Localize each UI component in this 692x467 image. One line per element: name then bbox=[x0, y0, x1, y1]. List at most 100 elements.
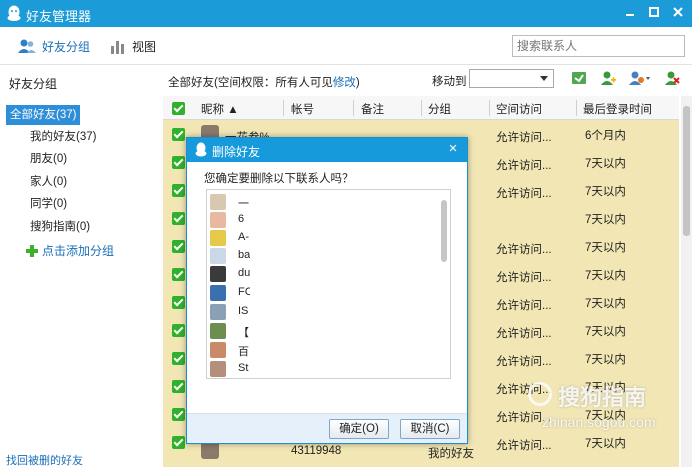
row-checkbox[interactable] bbox=[172, 408, 185, 421]
group-item-sogou-guide[interactable]: 搜狗指南(0) bbox=[30, 217, 90, 237]
close-icon bbox=[673, 7, 683, 17]
minimize-icon bbox=[626, 14, 634, 16]
table-header: 昵称 ▲ 帐号 备注 分组 空间访问 最后登录时间 bbox=[163, 96, 679, 120]
bar-chart-icon bbox=[111, 41, 124, 54]
column-divider bbox=[576, 100, 577, 116]
maximize-button[interactable] bbox=[644, 4, 664, 22]
permission-prefix: 全部好友(空间权限：所有人可见 bbox=[168, 77, 333, 89]
list-item: du bbox=[207, 264, 437, 284]
avatar bbox=[210, 230, 226, 246]
row-checkbox[interactable] bbox=[172, 128, 185, 141]
row-space-access: 允许访问... bbox=[496, 188, 552, 200]
group-item-all-friends[interactable]: 全部好友(37) bbox=[6, 105, 81, 125]
column-account[interactable]: 帐号 bbox=[291, 101, 314, 117]
column-group[interactable]: 分组 bbox=[428, 101, 451, 117]
row-checkbox[interactable] bbox=[172, 380, 185, 393]
search-input[interactable] bbox=[512, 35, 685, 57]
view-button[interactable]: 视图 bbox=[110, 37, 156, 55]
list-item: 【 bbox=[207, 321, 437, 341]
group-item-friends[interactable]: 朋友(0) bbox=[30, 149, 67, 169]
column-space-access[interactable]: 空间访问 bbox=[496, 101, 542, 117]
avatar bbox=[210, 212, 226, 228]
watermark-url: zhinan.sogou.com bbox=[542, 414, 656, 430]
close-button[interactable] bbox=[668, 4, 688, 22]
cancel-button[interactable]: 取消(C) bbox=[400, 419, 460, 439]
contacts-to-delete-list[interactable]: 一 6 A- ba du FC IS 【 bbox=[206, 189, 451, 379]
friend-settings-icon[interactable] bbox=[629, 70, 651, 86]
add-group-button[interactable]: 点击添加分组 bbox=[26, 242, 114, 260]
row-last-login: 7天以内 bbox=[585, 158, 626, 170]
contact-name: 一 bbox=[238, 198, 249, 210]
contact-name: 百 bbox=[238, 346, 249, 358]
maximize-icon bbox=[649, 7, 659, 17]
delete-friend-icon[interactable] bbox=[664, 70, 680, 86]
add-friend-icon[interactable] bbox=[600, 70, 616, 86]
row-checkbox[interactable] bbox=[172, 184, 185, 197]
contact-name: A- bbox=[238, 231, 249, 243]
avatar bbox=[210, 285, 226, 301]
space-permission-info: 全部好友(空间权限：所有人可见修改) bbox=[168, 74, 360, 90]
group-item-my-friends[interactable]: 我的好友(37) bbox=[30, 127, 96, 147]
dialog-title: 删除好友 bbox=[212, 145, 261, 159]
row-checkbox[interactable] bbox=[172, 324, 185, 337]
row-space-access: 允许访问... bbox=[496, 328, 552, 340]
row-space-access: 允许访问... bbox=[496, 272, 552, 284]
dialog-close-button[interactable]: × bbox=[445, 140, 461, 158]
column-divider bbox=[283, 100, 284, 116]
row-checkbox[interactable] bbox=[172, 268, 185, 281]
row-space-access: 允许访问... bbox=[496, 244, 552, 256]
row-checkbox[interactable] bbox=[172, 212, 185, 225]
row-last-login: 7天以内 bbox=[585, 214, 626, 226]
list-item: St bbox=[207, 359, 437, 378]
list-item: FC bbox=[207, 283, 437, 303]
scrollbar-thumb[interactable] bbox=[683, 106, 690, 236]
list-item: A- bbox=[207, 228, 437, 248]
list-item: 百 bbox=[207, 340, 437, 360]
row-last-login: 7天以内 bbox=[585, 242, 626, 254]
column-nickname[interactable]: 昵称 ▲ bbox=[201, 101, 239, 117]
column-note[interactable]: 备注 bbox=[361, 101, 384, 117]
row-checkbox[interactable] bbox=[172, 240, 185, 253]
table-scrollbar[interactable] bbox=[681, 96, 692, 467]
add-group-label: 点击添加分组 bbox=[42, 244, 115, 258]
list-item: ba bbox=[207, 246, 437, 266]
contact-name: 6 bbox=[238, 213, 245, 225]
move-to-select[interactable] bbox=[469, 69, 554, 88]
select-all-checkbox[interactable] bbox=[172, 102, 185, 115]
confirm-button[interactable]: 确定(O) bbox=[329, 419, 389, 439]
qq-penguin-icon bbox=[195, 142, 207, 157]
qq-penguin-icon bbox=[7, 5, 21, 21]
users-icon bbox=[18, 39, 36, 53]
row-checkbox[interactable] bbox=[172, 352, 185, 365]
list-scrollbar-thumb[interactable] bbox=[441, 200, 447, 262]
contact-name: 【 bbox=[238, 327, 249, 339]
group-item-family[interactable]: 家人(0) bbox=[30, 172, 67, 192]
dialog-question: 您确定要删除以下联系人吗？ bbox=[204, 173, 354, 185]
column-divider bbox=[421, 100, 422, 116]
column-divider bbox=[353, 100, 354, 116]
delete-friend-dialog: 删除好友 × 您确定要删除以下联系人吗？ 一 6 A- ba du FC bbox=[186, 137, 468, 444]
row-checkbox[interactable] bbox=[172, 156, 185, 169]
row-last-login: 7天以内 bbox=[585, 354, 626, 366]
column-last-login[interactable]: 最后登录时间 bbox=[583, 101, 652, 117]
export-icon[interactable] bbox=[571, 70, 587, 86]
row-last-login: 7天以内 bbox=[585, 298, 626, 310]
row-group: 我的好友 bbox=[428, 448, 474, 460]
avatar bbox=[210, 194, 226, 210]
minimize-button[interactable] bbox=[620, 4, 640, 22]
window-title: 好友管理器 bbox=[26, 9, 92, 24]
row-checkbox[interactable] bbox=[172, 296, 185, 309]
title-bar: 好友管理器 bbox=[0, 0, 692, 27]
recover-deleted-friends-link[interactable]: 找回被删的好友 bbox=[6, 452, 83, 467]
list-item: 一 bbox=[207, 192, 437, 212]
avatar bbox=[210, 248, 226, 264]
contact-name: St bbox=[238, 362, 249, 374]
row-last-login: 7天以内 bbox=[585, 326, 626, 338]
friend-groups-button[interactable]: 好友分组 bbox=[18, 37, 90, 55]
row-space-access: 允许访问... bbox=[496, 300, 552, 312]
avatar bbox=[210, 342, 226, 358]
watermark-text: 搜狗指南 bbox=[558, 385, 647, 410]
friend-groups-label: 好友分组 bbox=[42, 39, 91, 54]
group-item-classmates[interactable]: 同学(0) bbox=[30, 194, 67, 214]
modify-permission-link[interactable]: 修改 bbox=[333, 77, 356, 89]
